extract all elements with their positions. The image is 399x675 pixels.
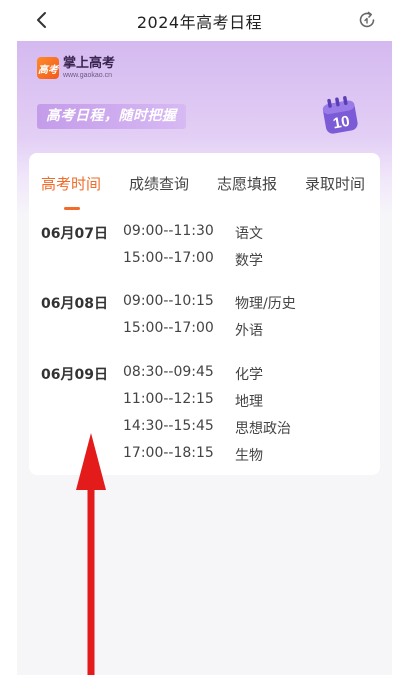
tab-exam-time[interactable]: 高考时间	[41, 173, 101, 194]
schedule-subject: 生物	[235, 448, 263, 464]
schedule-time: 14:30--15:45	[123, 418, 214, 434]
schedule-subject: 地理	[235, 394, 263, 410]
refresh-icon	[359, 11, 375, 28]
schedule-date: 06月07日	[41, 226, 108, 242]
app-logo: 高考 掌上高考 www.gaokao.cn	[37, 57, 115, 79]
tab-bar: 高考时间 成绩查询 志愿填报 录取时间	[29, 153, 380, 213]
logo-badge: 高考	[37, 57, 59, 79]
calendar-icon: 10	[322, 96, 358, 134]
schedule-time: 15:00--17:00	[123, 320, 214, 336]
schedule-subject: 思想政治	[235, 421, 291, 437]
schedule-time: 11:00--12:15	[123, 391, 214, 407]
logo-url: www.gaokao.cn	[63, 72, 113, 79]
schedule-time: 09:00--10:15	[123, 293, 214, 309]
refresh-button[interactable]	[355, 8, 379, 32]
schedule-date: 06月08日	[41, 296, 108, 312]
slogan-badge: 高考日程，随时把握	[37, 104, 186, 129]
schedule-time: 08:30--09:45	[123, 364, 214, 380]
tab-admission-time[interactable]: 录取时间	[305, 173, 365, 194]
nav-bar: 2024年高考日程	[0, 0, 399, 40]
calendar-day: 10	[332, 113, 351, 133]
schedule-subject: 物理/历史	[235, 296, 296, 312]
schedule-subject: 语文	[235, 226, 263, 242]
logo-name: 掌上高考	[63, 56, 116, 71]
schedule-subject: 外语	[235, 323, 263, 339]
main-content: 高考 掌上高考 www.gaokao.cn 高考日程，随时把握 10 高考时间 …	[17, 41, 392, 675]
page-title: 2024年高考日程	[136, 13, 263, 32]
tab-application[interactable]: 志愿填报	[217, 173, 277, 194]
schedule-time: 15:00--17:00	[123, 250, 214, 266]
active-tab-indicator	[64, 207, 80, 210]
schedule-card: 高考时间 成绩查询 志愿填报 录取时间 06月07日 09:00--11:30 …	[29, 153, 380, 475]
schedule-subject: 数学	[235, 253, 263, 269]
schedule-date: 06月09日	[41, 367, 108, 383]
schedule-time: 09:00--11:30	[123, 223, 214, 239]
schedule-time: 17:00--18:15	[123, 445, 214, 461]
schedule-subject: 化学	[235, 367, 263, 383]
tab-score-query[interactable]: 成绩查询	[129, 173, 189, 194]
